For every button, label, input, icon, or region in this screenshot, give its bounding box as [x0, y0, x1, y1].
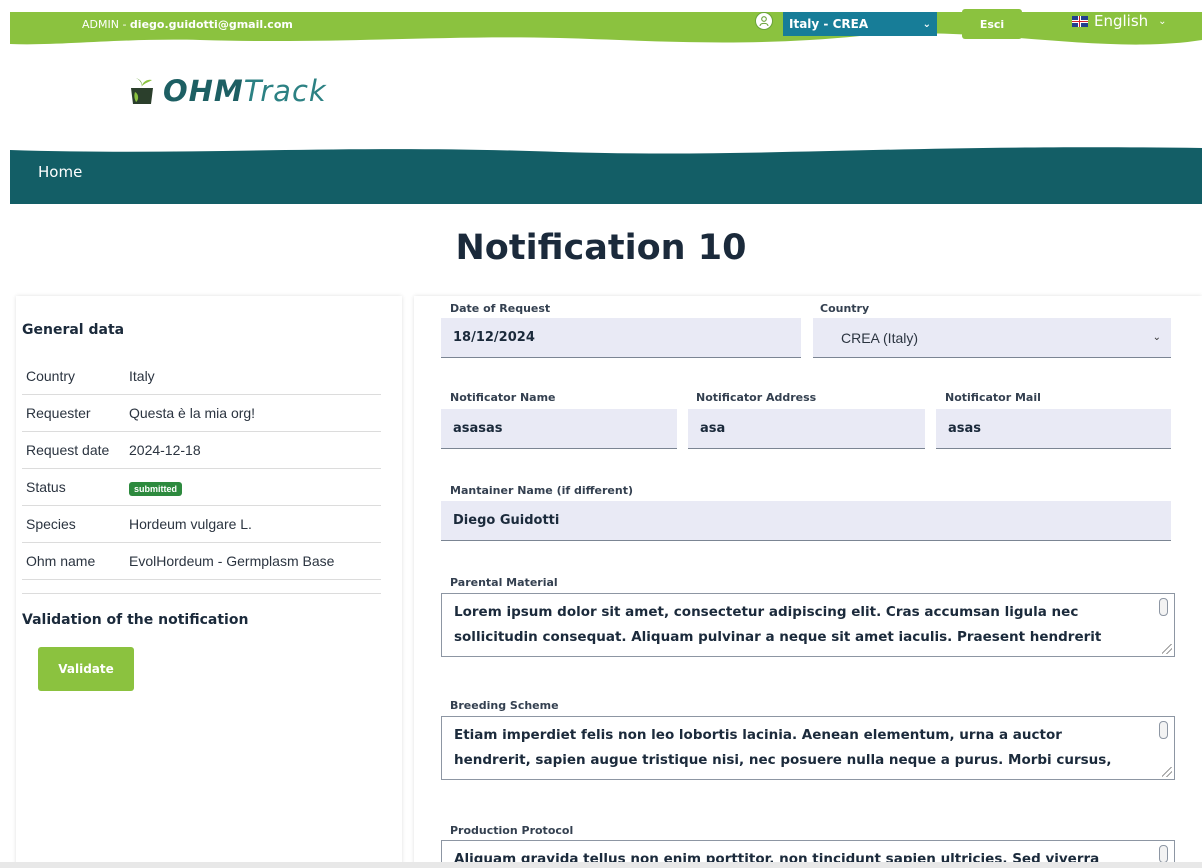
status-badge: submitted — [129, 481, 183, 496]
main-navbar — [10, 147, 1202, 204]
production-protocol-label: Production Protocol — [450, 824, 574, 837]
page-title: Notification 10 — [455, 228, 747, 268]
uk-flag-icon — [1072, 15, 1088, 27]
notificator-mail-label: Notificator Mail — [945, 391, 1041, 404]
breeding-scheme-label: Breeding Scheme — [450, 699, 559, 712]
logo-sprout-icon — [131, 78, 153, 104]
resize-handle-icon[interactable] — [1162, 644, 1172, 654]
table-row: Request date 2024-12-18 — [22, 432, 381, 469]
table-row: Requester Questa è la mia org! — [22, 395, 381, 432]
table-row: Ohm name EvolHordeum - Germplasm Base — [22, 543, 381, 580]
parental-material-textarea[interactable]: Lorem ipsum dolor sit amet, consectetur … — [441, 593, 1175, 657]
nav-home-link[interactable]: Home — [38, 163, 82, 181]
notificator-address-label: Notificator Address — [696, 391, 817, 404]
resize-handle-icon[interactable] — [1162, 767, 1172, 777]
chevron-down-icon: ⌄ — [1152, 332, 1161, 343]
notificator-mail-field[interactable]: asas — [936, 409, 1171, 449]
section-divider — [22, 593, 381, 594]
country-label: Country — [820, 302, 870, 315]
general-data-title: General data — [22, 322, 125, 338]
language-selector[interactable]: English ⌄ — [1072, 12, 1167, 30]
notificator-address-field[interactable]: asa — [688, 409, 925, 449]
table-row: Country Italy — [22, 358, 381, 395]
validate-button[interactable]: Validate — [38, 647, 134, 691]
date-of-request-field[interactable]: 18/12/2024 — [441, 318, 801, 358]
maintainer-name-label: Mantainer Name (if different) — [450, 484, 634, 497]
breeding-scheme-textarea[interactable]: Etiam imperdiet felis non leo lobortis l… — [441, 716, 1175, 780]
logout-button[interactable]: Esci — [962, 9, 1022, 39]
notificator-name-field[interactable]: asasas — [441, 409, 677, 449]
chevron-down-icon: ⌄ — [922, 18, 931, 30]
table-row: Status submitted — [22, 469, 381, 506]
user-icon — [755, 12, 773, 30]
scrollbar-thumb[interactable] — [1159, 598, 1168, 616]
country-select[interactable]: CREA (Italy) ⌄ — [813, 318, 1171, 358]
general-data-table: Country Italy Requester Questa è la mia … — [22, 358, 381, 580]
window-bottom-edge — [0, 862, 1202, 868]
table-row: Species Hordeum vulgare L. — [22, 506, 381, 543]
parental-material-label: Parental Material — [450, 576, 558, 589]
scrollbar-thumb[interactable] — [1159, 845, 1168, 863]
date-of-request-label: Date of Request — [450, 302, 551, 315]
validation-title: Validation of the notification — [22, 612, 249, 628]
chevron-down-icon: ⌄ — [1158, 15, 1167, 27]
maintainer-name-field[interactable]: Diego Guidotti — [441, 501, 1171, 541]
admin-user-label: ADMIN - diego.guidotti@gmail.com — [82, 18, 293, 31]
organization-select[interactable]: Italy - CREA ⌄ — [783, 12, 937, 36]
notificator-name-label: Notificator Name — [450, 391, 556, 404]
ohmtrack-logo[interactable]: OHMTrack — [127, 76, 327, 106]
admin-email: diego.guidotti@gmail.com — [129, 18, 293, 31]
scrollbar-thumb[interactable] — [1159, 721, 1168, 739]
